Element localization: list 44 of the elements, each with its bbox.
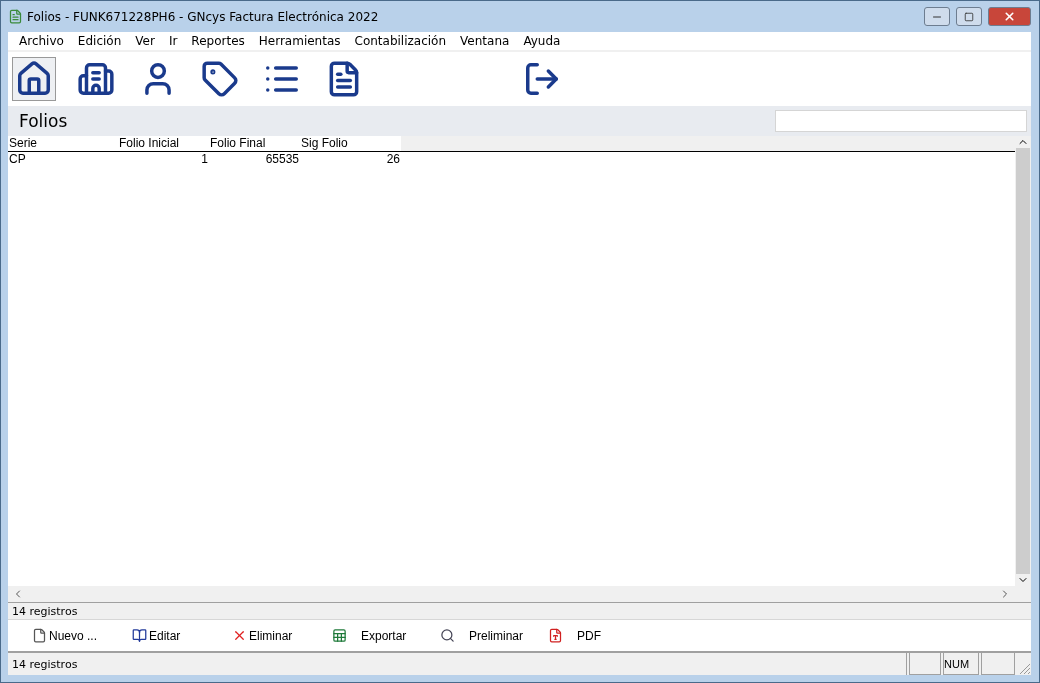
home-icon (15, 60, 53, 98)
maximize-button[interactable] (956, 7, 982, 26)
table-cell-text: 26 (385, 152, 401, 167)
preview-icon (440, 628, 455, 643)
section-title: Folios (19, 111, 68, 131)
delete-button[interactable]: Eliminar (232, 628, 332, 643)
maximize-icon (964, 11, 974, 22)
scroll-thumb[interactable] (1016, 148, 1030, 574)
menu-item[interactable]: Edición (70, 34, 129, 48)
column-header[interactable]: Folio Final (209, 136, 300, 151)
menu-item[interactable]: Archivo (12, 34, 71, 48)
building-icon (77, 60, 115, 98)
table-cell-text: 65535 (264, 152, 300, 167)
record-count: 14 registros (8, 602, 1031, 620)
menu-item[interactable]: Contabilización (347, 34, 454, 48)
column-header[interactable]: Folio Inicial (118, 136, 209, 151)
menu-item[interactable]: Herramientas (251, 34, 348, 48)
menu-item[interactable]: Ver (128, 34, 162, 48)
minimize-button[interactable] (924, 7, 950, 26)
table-cell-text: CP (8, 152, 27, 167)
search-field[interactable] (775, 110, 1027, 132)
exit-icon (523, 60, 561, 98)
close-button[interactable] (988, 7, 1031, 26)
app-icon (8, 9, 23, 24)
close-icon (1003, 10, 1016, 23)
menu-item[interactable]: Reportes (184, 34, 252, 48)
excel-button[interactable]: Exportar (332, 628, 440, 643)
home-tool-button[interactable] (12, 57, 56, 101)
column-header[interactable]: Sig Folio (300, 136, 401, 151)
num-indicator: NUM (943, 653, 979, 675)
preview-button[interactable]: Preliminar (440, 628, 548, 643)
menu-item[interactable]: Ir (161, 34, 185, 48)
status-text: 14 registros (8, 653, 907, 675)
new-icon (32, 628, 47, 643)
tag-icon (201, 60, 239, 98)
pdf-button[interactable]: PDF (548, 628, 656, 643)
delete-icon (232, 628, 247, 643)
column-header[interactable]: Serie (8, 136, 118, 151)
menu-item[interactable]: Ventana (453, 34, 517, 48)
edit-button[interactable]: Editar (132, 628, 232, 643)
window-title: Folios - FUNK671228PH6 - GNcys Factura Electrónica 2022 (27, 9, 380, 24)
table-cell-text: 1 (200, 152, 209, 167)
menu-item[interactable]: Ayuda (516, 34, 568, 48)
new-button[interactable]: Nuevo ... (32, 628, 132, 643)
